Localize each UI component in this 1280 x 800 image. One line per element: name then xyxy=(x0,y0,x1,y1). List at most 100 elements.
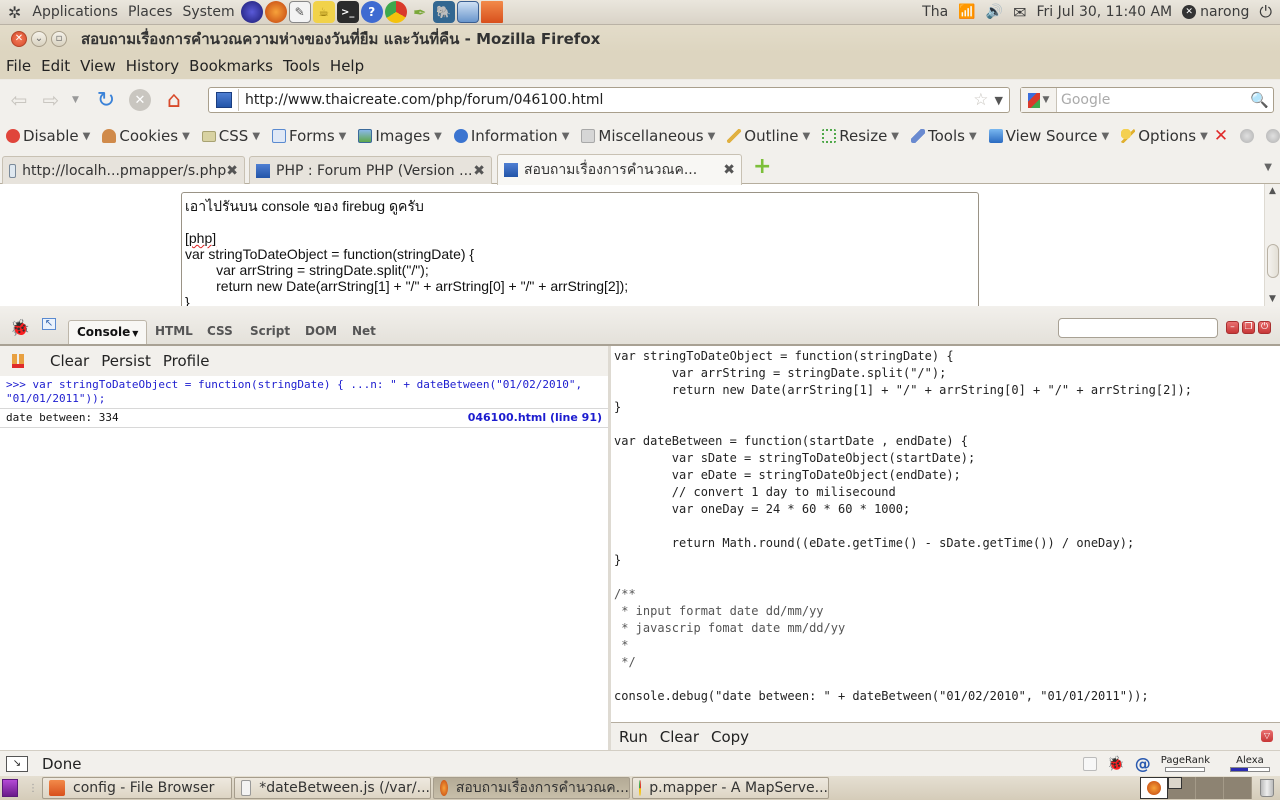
site-identity-icon[interactable] xyxy=(216,92,232,108)
search-input[interactable]: Google xyxy=(1061,92,1110,108)
firebug-tab-console[interactable]: Console ▼ xyxy=(68,320,148,344)
window-minimize-button[interactable]: ⌄ xyxy=(31,30,47,47)
tab-localhost-pmapper[interactable]: http://localh...pmapper/s.php ✖ xyxy=(2,156,245,184)
workspace-4[interactable] xyxy=(1224,777,1252,799)
folder-icon[interactable] xyxy=(480,1,503,23)
devtool-disable[interactable]: Disable ▼ xyxy=(6,127,90,145)
virtualbox-icon[interactable] xyxy=(456,1,479,23)
window-titlebar[interactable]: ✕ ⌄ ▫ สอบถามเรื่องการคำนวณความห่างของวัน… xyxy=(0,25,1280,52)
run-button[interactable]: Run xyxy=(619,728,648,746)
devtool-forms[interactable]: Forms ▼ xyxy=(272,127,346,145)
scroll-up-icon[interactable]: ▲ xyxy=(1269,186,1276,196)
menu-bookmarks[interactable]: Bookmarks xyxy=(184,57,278,75)
menu-edit[interactable]: Edit xyxy=(36,57,75,75)
firebug-search-input[interactable] xyxy=(1058,318,1218,338)
forward-button[interactable]: ⇨ xyxy=(38,87,64,113)
history-dropdown-icon[interactable]: ▼ xyxy=(72,95,79,105)
text-editor-icon[interactable]: ✎ xyxy=(288,1,311,23)
inspect-element-icon[interactable]: ↖ xyxy=(42,318,56,330)
stop-button[interactable]: ✕ xyxy=(128,89,151,111)
task-text-editor[interactable]: *dateBetween.js (/var/... xyxy=(234,777,431,799)
help-icon[interactable]: ? xyxy=(360,1,383,23)
break-on-error-icon[interactable] xyxy=(12,354,24,368)
home-button[interactable]: ⌂ xyxy=(161,87,187,113)
tab-current-thread[interactable]: สอบถามเรื่องการคำนวณค... ✖ xyxy=(497,154,742,185)
window-close-button[interactable]: ✕ xyxy=(11,30,27,47)
firebug-tab-html[interactable]: HTML xyxy=(155,324,193,338)
devtool-cookies[interactable]: Cookies ▼ xyxy=(102,127,190,145)
trash-icon[interactable] xyxy=(1260,779,1274,797)
teapot-icon[interactable]: ☕ xyxy=(312,1,335,23)
keyboard-layout-indicator[interactable]: Tha xyxy=(922,4,948,20)
eclipse-icon[interactable] xyxy=(240,1,263,23)
scrollbar-thumb[interactable] xyxy=(1267,244,1279,278)
search-engine-selector[interactable]: ▼ xyxy=(1021,88,1057,112)
devtool-resize[interactable]: Resize ▼ xyxy=(822,127,899,145)
copy-button[interactable]: Copy xyxy=(711,728,749,746)
menu-view[interactable]: View xyxy=(75,57,121,75)
url-dropdown-icon[interactable]: ▼ xyxy=(995,94,1003,107)
places-menu[interactable]: Places xyxy=(123,4,178,20)
mail-icon[interactable]: ✉ xyxy=(1013,3,1026,22)
firebug-minimize-button[interactable]: – xyxy=(1226,321,1239,334)
page-scrollbar[interactable]: ▲ ▼ xyxy=(1264,184,1280,306)
firebug-tab-dom[interactable]: DOM xyxy=(305,324,337,338)
firebug-status-icon[interactable]: 🐞 xyxy=(1107,756,1124,772)
workspace-3[interactable] xyxy=(1196,777,1224,799)
devtool-images[interactable]: Images ▼ xyxy=(358,127,442,145)
user-menu[interactable]: ✕ narong xyxy=(1182,4,1249,20)
pagerank-meter[interactable]: PageRank xyxy=(1161,755,1210,772)
workspace-switcher[interactable] xyxy=(1140,777,1280,799)
menu-tools[interactable]: Tools xyxy=(278,57,325,75)
workspace-1[interactable] xyxy=(1140,777,1168,799)
power-icon[interactable]: ⏻ xyxy=(1259,2,1272,22)
search-bar[interactable]: ▼ Google 🔍 xyxy=(1020,87,1274,113)
url-bar[interactable]: http://www.thaicreate.com/php/forum/0461… xyxy=(208,87,1010,113)
console-profile-button[interactable]: Profile xyxy=(163,352,210,370)
notes-icon[interactable] xyxy=(1083,756,1098,771)
postgres-elephant-icon[interactable]: 🐘 xyxy=(432,1,455,23)
devtool-miscellaneous[interactable]: Miscellaneous ▼ xyxy=(581,127,715,145)
tab-forum-php[interactable]: PHP : Forum PHP (Version ... ✖ xyxy=(249,156,492,184)
back-button[interactable]: ⇦ xyxy=(6,87,32,113)
devtool-outline[interactable]: Outline ▼ xyxy=(727,127,810,145)
console-source-link[interactable]: 046100.html (line 91) xyxy=(468,411,602,425)
firebug-close-button[interactable]: ⏻ xyxy=(1258,321,1271,334)
command-editor[interactable]: var stringToDateObject = function(string… xyxy=(611,346,1280,723)
window-maximize-button[interactable]: ▫ xyxy=(51,30,67,47)
terminal-icon[interactable]: >_ xyxy=(336,1,359,23)
url-input[interactable]: http://www.thaicreate.com/php/forum/0461… xyxy=(245,92,603,108)
menu-history[interactable]: History xyxy=(121,57,184,75)
firebug-tab-net[interactable]: Net xyxy=(352,324,376,338)
clock[interactable]: Fri Jul 30, 11:40 AM xyxy=(1036,4,1172,20)
devtool-options[interactable]: Options ▼ xyxy=(1121,127,1208,145)
tab-close-icon[interactable]: ✖ xyxy=(723,162,735,178)
workspace-2[interactable] xyxy=(1168,777,1196,799)
search-icon[interactable]: 🔍 xyxy=(1250,91,1269,109)
devtool-css[interactable]: CSS ▼ xyxy=(201,127,260,145)
firebug-tab-script[interactable]: Script xyxy=(250,324,290,338)
tab-close-icon[interactable]: ✖ xyxy=(226,163,238,179)
reload-button[interactable]: ↻ xyxy=(93,87,119,113)
status-inspect-icon[interactable]: ↘ xyxy=(6,755,28,772)
menu-file[interactable]: File xyxy=(0,57,36,75)
firebug-bug-icon[interactable]: 🐞 xyxy=(10,318,30,337)
firebug-tab-css[interactable]: CSS xyxy=(207,324,233,338)
devtool-tools[interactable]: Tools ▼ xyxy=(911,127,977,145)
show-desktop-icon[interactable] xyxy=(2,779,18,797)
system-menu[interactable]: System xyxy=(177,4,239,20)
command-editor-code[interactable]: var stringToDateObject = function(string… xyxy=(611,346,1280,707)
collapse-editor-icon[interactable]: ▽ xyxy=(1261,730,1273,742)
bookmark-star-icon[interactable]: ☆ xyxy=(973,90,988,110)
list-all-tabs-icon[interactable]: ▼ xyxy=(1264,162,1272,173)
devtool-information[interactable]: Information ▼ xyxy=(453,127,569,145)
forum-post-textarea[interactable]: เอาไปรันบน console ของ firebug ดูครับ [p… xyxy=(181,192,979,306)
alexa-meter[interactable]: Alexa xyxy=(1230,755,1270,772)
console-clear-button[interactable]: Clear xyxy=(50,352,89,370)
email-at-icon[interactable]: @ xyxy=(1135,754,1151,773)
menu-help[interactable]: Help xyxy=(325,57,369,75)
gedit-feather-icon[interactable]: ✒ xyxy=(409,1,431,23)
console-persist-button[interactable]: Persist xyxy=(101,352,151,370)
console-command-row[interactable]: >>> var stringToDateObject = function(st… xyxy=(0,376,608,409)
task-firefox[interactable]: สอบถามเรื่องการคำนวณค... xyxy=(433,777,630,799)
